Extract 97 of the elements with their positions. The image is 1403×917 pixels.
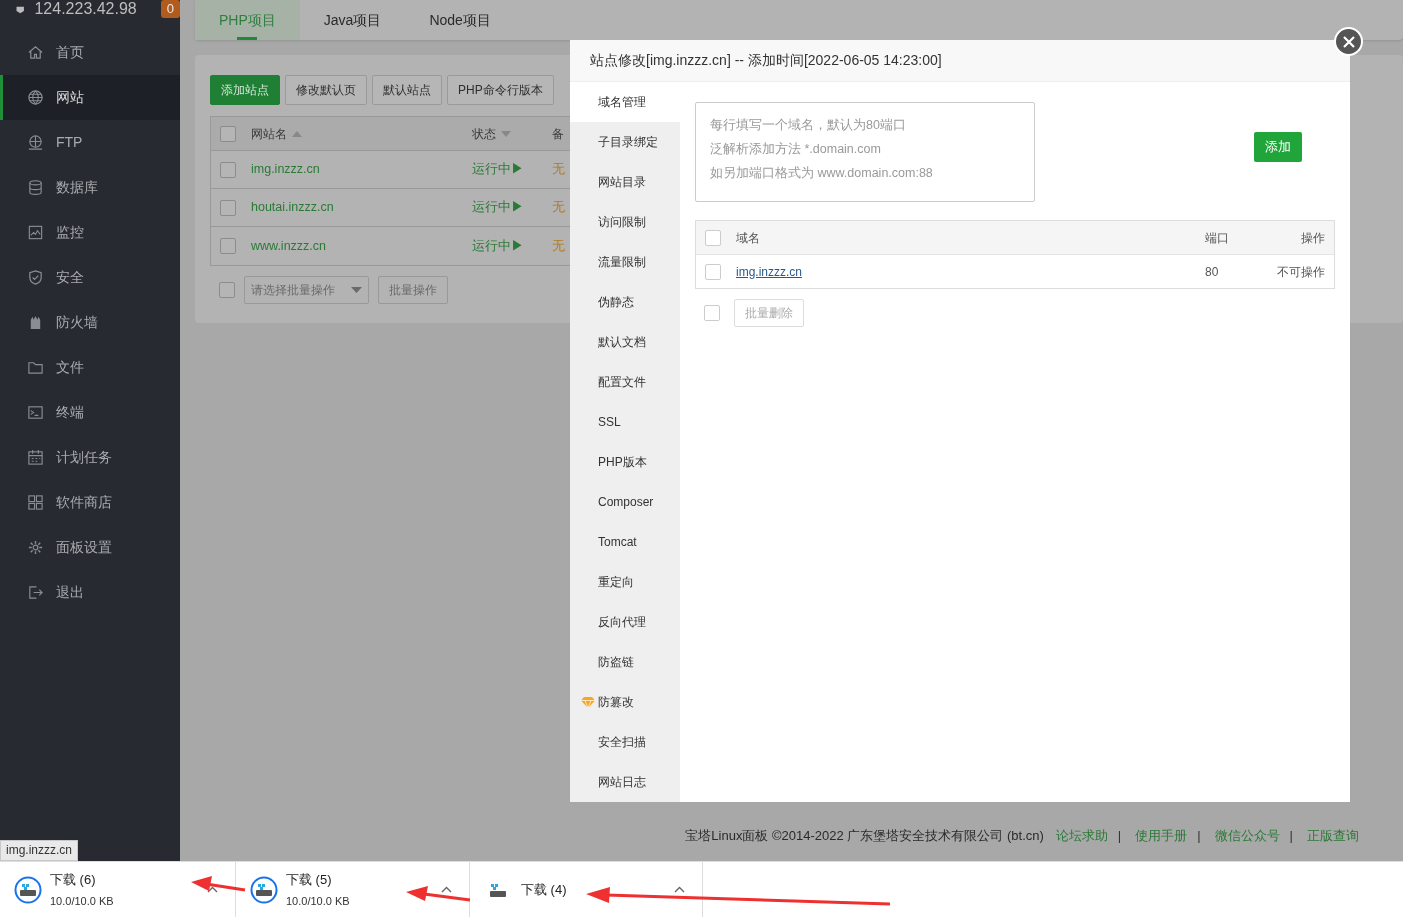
caret-icon[interactable]	[674, 886, 685, 893]
link-separator: |	[1288, 826, 1294, 845]
table-cell: 不可操作	[1277, 264, 1325, 279]
count-badge: 0	[160, 0, 180, 18]
settings-icon	[27, 539, 44, 556]
download-size: 10.0/10.0 KB	[50, 893, 114, 909]
checkbox[interactable]	[220, 161, 236, 178]
column-header: 域名	[736, 230, 760, 245]
domain-link[interactable]: img.inzzz.cn	[736, 264, 803, 279]
toolbar-button[interactable]: 添加站点	[210, 75, 280, 105]
nav-item[interactable]: 网站目录	[570, 162, 680, 202]
server-ip: 124.223.42.98	[34, 1, 137, 17]
download-file-icon	[250, 875, 278, 904]
sidebar-item[interactable]: 数据库	[0, 165, 180, 210]
caret-icon[interactable]	[441, 886, 452, 893]
sidebar-item[interactable]: 退出	[0, 570, 180, 615]
sidebar-item[interactable]: 安全	[0, 255, 180, 300]
home-icon	[27, 44, 44, 61]
dialog-title: 站点修改[img.inzzz.cn] -- 添加时间[2022-06-05 14:23:00]	[590, 51, 942, 70]
table-cell: 80	[1205, 264, 1219, 279]
link-separator: |	[1116, 826, 1123, 845]
toolbar-button[interactable]: PHP命令行版本	[447, 75, 554, 105]
sidebar-item[interactable]: FTP	[0, 120, 180, 165]
column-header[interactable]: 网站名	[251, 124, 287, 143]
download-size: 10.0/10.0 KB	[286, 893, 350, 909]
nav-item[interactable]: Tomcat	[570, 522, 680, 562]
globe-icon	[27, 134, 44, 151]
nav-item[interactable]: PHP版本	[570, 442, 680, 482]
globe-icon	[27, 89, 44, 106]
close-icon	[1342, 35, 1355, 48]
download-file-icon	[490, 882, 506, 897]
nav-item[interactable]: 网站日志	[570, 762, 680, 802]
sidebar-item[interactable]: 计划任务	[0, 435, 180, 480]
sort-up-icon[interactable]	[292, 130, 302, 137]
calendar-icon	[27, 449, 44, 466]
sidebar-item[interactable]: 文件	[0, 345, 180, 390]
logout-icon	[27, 584, 44, 601]
sidebar-item[interactable]: 监控	[0, 210, 180, 255]
terminal-icon	[27, 404, 44, 421]
checkbox[interactable]	[220, 199, 236, 216]
column-header: 操作	[1301, 230, 1325, 245]
server-icon	[16, 4, 25, 16]
table-cell: 无	[552, 238, 565, 253]
nav-item[interactable]: 域名管理	[570, 82, 680, 122]
nav-item[interactable]: 默认文档	[570, 322, 680, 362]
sidebar-item[interactable]: 面板设置	[0, 525, 180, 570]
checkbox[interactable]	[705, 263, 721, 280]
column-header[interactable]: 备	[552, 124, 564, 143]
sidebar-item[interactable]: 软件商店	[0, 480, 180, 525]
nav-item[interactable]: 配置文件	[570, 362, 680, 402]
table-cell: 无	[552, 162, 565, 177]
toolbar-button[interactable]: 默认站点	[372, 75, 442, 105]
copyright-text: 宝塔Linux面板 ©2014-2022 广东堡塔安全技术有限公司 (bt.cn)	[685, 826, 1044, 845]
toolbar-button[interactable]: 修改默认页	[285, 75, 367, 105]
placeholder-line: 如另加端口格式为 www.domain.com:88	[710, 165, 934, 182]
grid-icon	[27, 494, 44, 511]
link-separator: |	[1196, 826, 1202, 845]
checkbox[interactable]	[219, 282, 235, 298]
gem-icon	[581, 697, 595, 708]
download-name: 下载 (4)	[521, 880, 567, 899]
status-url: img.inzzz.cn	[0, 840, 79, 861]
nav-item[interactable]: 重定向	[570, 562, 680, 602]
nav-item[interactable]: 防篡改	[570, 682, 680, 722]
nav-item[interactable]: 伪静态	[570, 282, 680, 322]
download-name: 下载 (6)	[50, 871, 97, 889]
nav-item[interactable]: Composer	[570, 482, 680, 522]
checkbox[interactable]	[220, 238, 236, 254]
sidebar-item[interactable]: 防火墙	[0, 300, 180, 345]
annotation-arrow	[191, 876, 246, 892]
nav-item[interactable]: 访问限制	[570, 202, 680, 242]
shield-icon	[27, 269, 44, 286]
column-header: 端口	[1205, 230, 1229, 245]
caret-icon	[351, 287, 362, 293]
nav-item[interactable]: SSL	[570, 402, 680, 442]
project-tab[interactable]: Java项目	[299, 0, 406, 40]
checkbox[interactable]	[705, 229, 721, 246]
nav-item[interactable]: 反向代理	[570, 602, 680, 642]
checkbox[interactable]	[220, 125, 236, 142]
chart-icon	[27, 224, 44, 241]
nav-item[interactable]: 防盗链	[570, 642, 680, 682]
database-icon	[27, 179, 44, 196]
nav-item[interactable]: 流量限制	[570, 242, 680, 282]
nav-item[interactable]: 安全扫描	[570, 722, 680, 762]
column-header[interactable]: 状态	[472, 124, 496, 143]
annotation-arrow	[406, 886, 471, 902]
checkbox[interactable]	[704, 305, 720, 321]
nav-item[interactable]: 子目录绑定	[570, 122, 680, 162]
download-name: 下载 (5)	[286, 871, 333, 889]
folder-icon	[27, 359, 44, 376]
sort-down-icon[interactable]	[501, 130, 511, 137]
placeholder-line: 泛解析添加方法 *.domain.com	[710, 141, 882, 158]
sidebar-item[interactable]: 首页	[0, 30, 180, 75]
project-tab[interactable]: Node项目	[405, 0, 515, 40]
sidebar-item[interactable]: 网站	[0, 75, 180, 120]
table-cell: 无	[552, 200, 565, 215]
sidebar-item[interactable]: 终端	[0, 390, 180, 435]
download-file-icon	[14, 875, 42, 904]
